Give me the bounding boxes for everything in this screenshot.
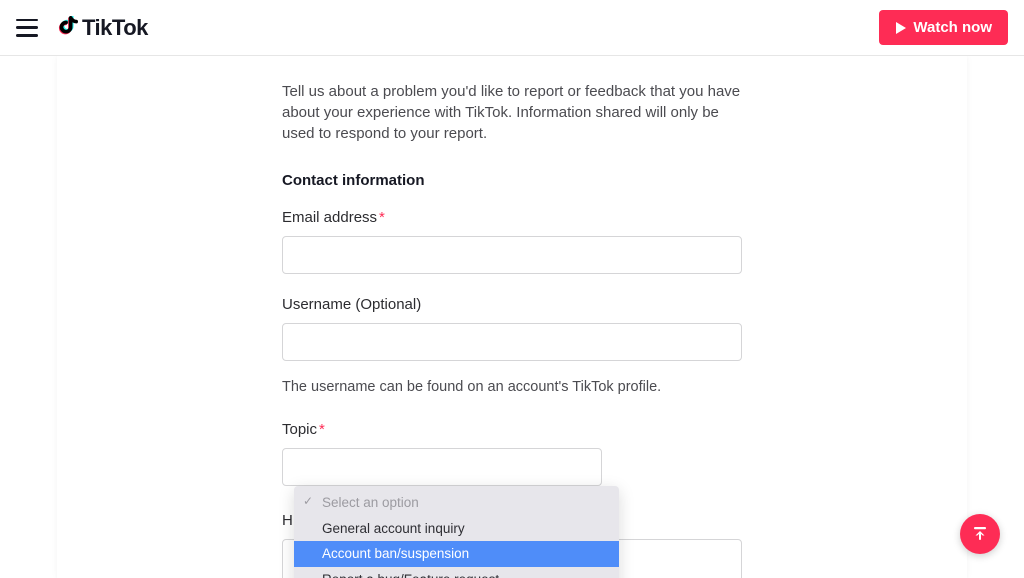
username-field-block: Username (Optional): [282, 296, 742, 361]
watch-now-label: Watch now: [913, 19, 992, 36]
watch-now-button[interactable]: Watch now: [879, 10, 1008, 45]
topic-select[interactable]: [282, 448, 602, 486]
page-body: Tell us about a problem you'd like to re…: [0, 56, 1024, 578]
username-help: The username can be found on an account'…: [282, 379, 742, 395]
contact-heading: Contact information: [282, 172, 742, 189]
email-label: Email address*: [282, 209, 742, 226]
dropdown-option-ban[interactable]: Account ban/suspension: [294, 541, 619, 567]
topic-select-wrap: Select an option General account inquiry…: [282, 448, 742, 486]
dropdown-option-general[interactable]: General account inquiry: [294, 516, 619, 542]
menu-icon[interactable]: [16, 19, 38, 37]
topic-field-block: Topic* Select an option General account …: [282, 421, 742, 486]
music-note-icon: [56, 16, 78, 40]
form-card: Tell us about a problem you'd like to re…: [57, 56, 967, 578]
brand-name: TikTok: [82, 15, 148, 41]
username-label: Username (Optional): [282, 296, 742, 313]
arrow-up-icon: [971, 525, 989, 543]
username-input[interactable]: [282, 323, 742, 361]
header-left: TikTok: [16, 15, 148, 41]
email-field-block: Email address*: [282, 209, 742, 274]
app-header: TikTok Watch now: [0, 0, 1024, 56]
topic-dropdown: Select an option General account inquiry…: [294, 486, 619, 578]
intro-text: Tell us about a problem you'd like to re…: [282, 81, 742, 144]
form-content: Tell us about a problem you'd like to re…: [282, 81, 742, 578]
brand-logo[interactable]: TikTok: [56, 15, 148, 41]
email-input[interactable]: [282, 236, 742, 274]
play-icon: [895, 21, 907, 35]
dropdown-option-bug[interactable]: Report a bug/Feature request: [294, 567, 619, 578]
email-label-text: Email address: [282, 209, 377, 226]
dropdown-placeholder[interactable]: Select an option: [294, 490, 619, 516]
scroll-top-button[interactable]: [960, 514, 1000, 554]
required-asterisk: *: [319, 421, 325, 438]
topic-label: Topic*: [282, 421, 742, 438]
required-asterisk: *: [379, 209, 385, 226]
topic-label-text: Topic: [282, 421, 317, 438]
